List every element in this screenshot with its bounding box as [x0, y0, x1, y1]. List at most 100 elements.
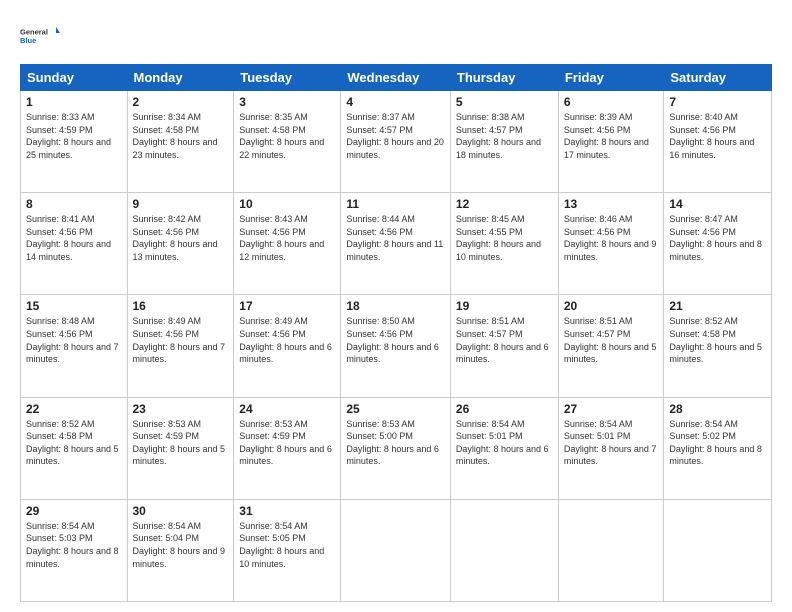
day-number: 27 — [564, 402, 659, 416]
cell-content: Sunrise: 8:54 AMSunset: 5:05 PMDaylight:… — [239, 521, 324, 569]
col-monday: Monday — [127, 65, 234, 91]
day-number: 24 — [239, 402, 335, 416]
calendar-week-2: 8 Sunrise: 8:41 AMSunset: 4:56 PMDayligh… — [21, 193, 772, 295]
cell-content: Sunrise: 8:37 AMSunset: 4:57 PMDaylight:… — [346, 112, 444, 160]
table-row: 4 Sunrise: 8:37 AMSunset: 4:57 PMDayligh… — [341, 91, 451, 193]
cell-content: Sunrise: 8:52 AMSunset: 4:58 PMDaylight:… — [26, 419, 119, 467]
day-number: 25 — [346, 402, 445, 416]
day-number: 4 — [346, 95, 445, 109]
cell-content: Sunrise: 8:39 AMSunset: 4:56 PMDaylight:… — [564, 112, 649, 160]
empty-cell — [341, 499, 451, 601]
cell-content: Sunrise: 8:52 AMSunset: 4:58 PMDaylight:… — [669, 316, 762, 364]
cell-content: Sunrise: 8:49 AMSunset: 4:56 PMDaylight:… — [133, 316, 226, 364]
cell-content: Sunrise: 8:53 AMSunset: 5:00 PMDaylight:… — [346, 419, 439, 467]
day-number: 18 — [346, 299, 445, 313]
day-number: 22 — [26, 402, 122, 416]
table-row: 1 Sunrise: 8:33 AMSunset: 4:59 PMDaylight… — [21, 91, 128, 193]
header-row: Sunday Monday Tuesday Wednesday Thursday… — [21, 65, 772, 91]
table-row: 11 Sunrise: 8:44 AMSunset: 4:56 PMDaylig… — [341, 193, 451, 295]
cell-content: Sunrise: 8:43 AMSunset: 4:56 PMDaylight:… — [239, 214, 324, 262]
cell-content: Sunrise: 8:54 AMSunset: 5:04 PMDaylight:… — [133, 521, 226, 569]
logo: General Blue — [20, 18, 60, 54]
day-number: 6 — [564, 95, 659, 109]
table-row: 8 Sunrise: 8:41 AMSunset: 4:56 PMDayligh… — [21, 193, 128, 295]
svg-text:Blue: Blue — [20, 36, 36, 45]
calendar-week-1: 1 Sunrise: 8:33 AMSunset: 4:59 PMDaylight… — [21, 91, 772, 193]
col-wednesday: Wednesday — [341, 65, 451, 91]
table-row: 10 Sunrise: 8:43 AMSunset: 4:56 PMDaylig… — [234, 193, 341, 295]
cell-content: Sunrise: 8:45 AMSunset: 4:55 PMDaylight:… — [456, 214, 541, 262]
day-number: 28 — [669, 402, 766, 416]
table-row: 22 Sunrise: 8:52 AMSunset: 4:58 PMDaylig… — [21, 397, 128, 499]
day-number: 20 — [564, 299, 659, 313]
cell-content: Sunrise: 8:34 AMSunset: 4:58 PMDaylight:… — [133, 112, 218, 160]
table-row: 20 Sunrise: 8:51 AMSunset: 4:57 PMDaylig… — [558, 295, 664, 397]
calendar-page: General Blue Sunday Monday Tuesday Wedne… — [0, 0, 792, 612]
cell-content: Sunrise: 8:47 AMSunset: 4:56 PMDaylight:… — [669, 214, 762, 262]
table-row: 6 Sunrise: 8:39 AMSunset: 4:56 PMDayligh… — [558, 91, 664, 193]
table-row: 26 Sunrise: 8:54 AMSunset: 5:01 PMDaylig… — [450, 397, 558, 499]
day-number: 12 — [456, 197, 553, 211]
table-row: 9 Sunrise: 8:42 AMSunset: 4:56 PMDayligh… — [127, 193, 234, 295]
day-number: 10 — [239, 197, 335, 211]
day-number: 14 — [669, 197, 766, 211]
cell-content: Sunrise: 8:51 AMSunset: 4:57 PMDaylight:… — [456, 316, 549, 364]
table-row: 19 Sunrise: 8:51 AMSunset: 4:57 PMDaylig… — [450, 295, 558, 397]
day-number: 26 — [456, 402, 553, 416]
cell-content: Sunrise: 8:54 AMSunset: 5:01 PMDaylight:… — [564, 419, 657, 467]
day-number: 13 — [564, 197, 659, 211]
table-row: 30 Sunrise: 8:54 AMSunset: 5:04 PMDaylig… — [127, 499, 234, 601]
day-number: 15 — [26, 299, 122, 313]
table-row: 21 Sunrise: 8:52 AMSunset: 4:58 PMDaylig… — [664, 295, 772, 397]
col-sunday: Sunday — [21, 65, 128, 91]
cell-content: Sunrise: 8:42 AMSunset: 4:56 PMDaylight:… — [133, 214, 218, 262]
col-tuesday: Tuesday — [234, 65, 341, 91]
col-friday: Friday — [558, 65, 664, 91]
day-number: 1 — [26, 95, 122, 109]
day-number: 21 — [669, 299, 766, 313]
cell-content: Sunrise: 8:54 AMSunset: 5:01 PMDaylight:… — [456, 419, 549, 467]
col-thursday: Thursday — [450, 65, 558, 91]
table-row: 24 Sunrise: 8:53 AMSunset: 4:59 PMDaylig… — [234, 397, 341, 499]
col-saturday: Saturday — [664, 65, 772, 91]
cell-content: Sunrise: 8:33 AMSunset: 4:59 PMDaylight:… — [26, 112, 111, 160]
table-row: 3 Sunrise: 8:35 AMSunset: 4:58 PMDayligh… — [234, 91, 341, 193]
calendar-table: Sunday Monday Tuesday Wednesday Thursday… — [20, 64, 772, 602]
table-row: 14 Sunrise: 8:47 AMSunset: 4:56 PMDaylig… — [664, 193, 772, 295]
table-row: 28 Sunrise: 8:54 AMSunset: 5:02 PMDaylig… — [664, 397, 772, 499]
cell-content: Sunrise: 8:44 AMSunset: 4:56 PMDaylight:… — [346, 214, 443, 262]
cell-content: Sunrise: 8:54 AMSunset: 5:02 PMDaylight:… — [669, 419, 762, 467]
cell-content: Sunrise: 8:46 AMSunset: 4:56 PMDaylight:… — [564, 214, 657, 262]
day-number: 2 — [133, 95, 229, 109]
cell-content: Sunrise: 8:50 AMSunset: 4:56 PMDaylight:… — [346, 316, 439, 364]
table-row: 2 Sunrise: 8:34 AMSunset: 4:58 PMDayligh… — [127, 91, 234, 193]
day-number: 17 — [239, 299, 335, 313]
cell-content: Sunrise: 8:53 AMSunset: 4:59 PMDaylight:… — [239, 419, 332, 467]
empty-cell — [664, 499, 772, 601]
calendar-week-4: 22 Sunrise: 8:52 AMSunset: 4:58 PMDaylig… — [21, 397, 772, 499]
empty-cell — [450, 499, 558, 601]
cell-content: Sunrise: 8:38 AMSunset: 4:57 PMDaylight:… — [456, 112, 541, 160]
table-row: 29 Sunrise: 8:54 AMSunset: 5:03 PMDaylig… — [21, 499, 128, 601]
table-row: 12 Sunrise: 8:45 AMSunset: 4:55 PMDaylig… — [450, 193, 558, 295]
day-number: 23 — [133, 402, 229, 416]
table-row: 16 Sunrise: 8:49 AMSunset: 4:56 PMDaylig… — [127, 295, 234, 397]
day-number: 3 — [239, 95, 335, 109]
table-row: 5 Sunrise: 8:38 AMSunset: 4:57 PMDayligh… — [450, 91, 558, 193]
day-number: 9 — [133, 197, 229, 211]
table-row: 15 Sunrise: 8:48 AMSunset: 4:56 PMDaylig… — [21, 295, 128, 397]
table-row: 27 Sunrise: 8:54 AMSunset: 5:01 PMDaylig… — [558, 397, 664, 499]
table-row: 13 Sunrise: 8:46 AMSunset: 4:56 PMDaylig… — [558, 193, 664, 295]
calendar-week-5: 29 Sunrise: 8:54 AMSunset: 5:03 PMDaylig… — [21, 499, 772, 601]
logo-svg: General Blue — [20, 18, 60, 54]
table-row: 7 Sunrise: 8:40 AMSunset: 4:56 PMDayligh… — [664, 91, 772, 193]
day-number: 19 — [456, 299, 553, 313]
table-row: 17 Sunrise: 8:49 AMSunset: 4:56 PMDaylig… — [234, 295, 341, 397]
cell-content: Sunrise: 8:51 AMSunset: 4:57 PMDaylight:… — [564, 316, 657, 364]
day-number: 31 — [239, 504, 335, 518]
empty-cell — [558, 499, 664, 601]
header: General Blue — [20, 18, 772, 54]
day-number: 7 — [669, 95, 766, 109]
cell-content: Sunrise: 8:53 AMSunset: 4:59 PMDaylight:… — [133, 419, 226, 467]
table-row: 23 Sunrise: 8:53 AMSunset: 4:59 PMDaylig… — [127, 397, 234, 499]
